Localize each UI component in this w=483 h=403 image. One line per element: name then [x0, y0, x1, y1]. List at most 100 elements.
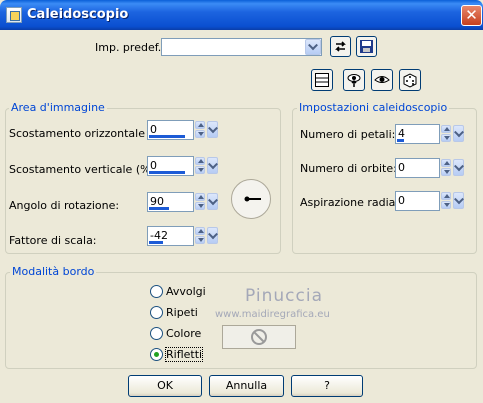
- rotation-dial[interactable]: [231, 179, 271, 219]
- vertical-offset-down[interactable]: [195, 166, 205, 174]
- no-color-icon: [251, 329, 267, 345]
- horizontal-offset-input[interactable]: 0: [147, 120, 194, 140]
- horizontal-offset-up[interactable]: [195, 121, 205, 129]
- random-dice-icon: [403, 73, 417, 88]
- radio-wrap[interactable]: [150, 285, 163, 298]
- petals-dropdown[interactable]: [453, 125, 464, 142]
- petals-down[interactable]: [441, 134, 451, 142]
- image-area-title: Area d'immagine: [9, 101, 107, 114]
- rotation-angle-input[interactable]: 90: [147, 192, 194, 212]
- scale-factor-label: Fattore di scala:: [9, 234, 97, 247]
- chevron-down-icon: [207, 158, 218, 169]
- vertical-offset-input[interactable]: 0: [147, 156, 194, 176]
- horizontal-offset-dropdown[interactable]: [207, 121, 218, 138]
- orbits-up[interactable]: [441, 159, 451, 167]
- scale-factor-down[interactable]: [195, 236, 205, 244]
- radio-color[interactable]: [150, 327, 163, 340]
- arrow-down-icon: [444, 203, 450, 207]
- radial-suction-down[interactable]: [441, 201, 451, 209]
- chevron-down-icon: [207, 228, 218, 239]
- layout-button[interactable]: [311, 69, 333, 91]
- arrow-down-icon: [444, 136, 450, 140]
- edge-mode-group: [5, 272, 477, 369]
- vertical-offset-label: Scostamento verticale (%):: [9, 163, 159, 176]
- arrow-down-icon: [198, 132, 204, 136]
- rotation-angle-label: Angolo di rotazione:: [9, 199, 120, 212]
- chevron-down-icon: [308, 40, 318, 51]
- radial-suction-label: Aspirazione radiale:: [300, 196, 409, 209]
- horizontal-offset-down[interactable]: [195, 130, 205, 138]
- arrow-down-icon: [444, 170, 450, 174]
- watermark-url: www.maidiregrafica.eu: [215, 309, 330, 320]
- radio-color-label[interactable]: Colore: [166, 327, 201, 340]
- app-icon: [6, 7, 22, 23]
- vertical-offset-bar: [149, 171, 185, 174]
- radio-wrap-label[interactable]: Avvolgi: [166, 285, 206, 298]
- restore-defaults-button[interactable]: [330, 36, 351, 57]
- rotation-dial-arrow-icon: [244, 196, 261, 202]
- radio-repeat-label[interactable]: Ripeti: [166, 306, 198, 319]
- arrow-down-icon: [198, 168, 204, 172]
- petals-input[interactable]: 4: [395, 124, 440, 144]
- watermark-name: Pinuccia: [245, 286, 323, 306]
- chevron-down-icon: [453, 160, 464, 171]
- radio-reflect[interactable]: [150, 348, 163, 361]
- scale-factor-up[interactable]: [195, 227, 205, 235]
- randomize-button[interactable]: [399, 69, 421, 91]
- rotation-angle-bar: [149, 207, 169, 210]
- arrow-up-icon: [198, 229, 204, 233]
- eye-preview-icon: [374, 76, 390, 83]
- orbits-down[interactable]: [441, 168, 451, 176]
- proof-hand-icon: [347, 74, 361, 87]
- orbits-input[interactable]: 0: [395, 158, 440, 178]
- radio-repeat[interactable]: [150, 306, 163, 319]
- rotation-angle-up[interactable]: [195, 193, 205, 201]
- petals-up[interactable]: [441, 125, 451, 133]
- arrow-up-icon: [444, 161, 450, 165]
- chevron-down-icon: [207, 122, 218, 133]
- chevron-down-icon: [453, 193, 464, 204]
- proof-button[interactable]: [343, 69, 365, 91]
- radial-suction-input[interactable]: 0: [395, 191, 440, 211]
- cancel-button[interactable]: Annulla: [209, 375, 284, 397]
- edge-color-swatch[interactable]: [222, 325, 296, 349]
- vertical-offset-up[interactable]: [195, 157, 205, 165]
- arrow-down-icon: [198, 238, 204, 242]
- orbits-dropdown[interactable]: [453, 159, 464, 176]
- preview-button[interactable]: [371, 69, 393, 91]
- preset-dropdown-arrow[interactable]: [305, 39, 321, 55]
- arrow-up-icon: [444, 194, 450, 198]
- radial-suction-value: 0: [398, 194, 405, 207]
- close-button[interactable]: ✕: [461, 5, 482, 26]
- arrow-down-icon: [198, 204, 204, 208]
- scale-factor-input[interactable]: -42: [147, 226, 194, 246]
- vertical-offset-dropdown[interactable]: [207, 157, 218, 174]
- restore-defaults-icon: [335, 41, 346, 52]
- arrow-up-icon: [198, 159, 204, 163]
- petals-label: Numero di petali:: [300, 128, 396, 141]
- chevron-down-icon: [453, 126, 464, 137]
- dialog-layout-icon: [315, 73, 329, 87]
- arrow-up-icon: [198, 195, 204, 199]
- preset-dropdown[interactable]: [161, 38, 322, 56]
- rotation-angle-down[interactable]: [195, 202, 205, 210]
- orbits-label: Numero di orbite:: [300, 162, 397, 175]
- window-title: Caleidoscopio: [27, 7, 129, 22]
- ok-button[interactable]: OK: [128, 375, 202, 397]
- scale-factor-bar: [149, 241, 163, 244]
- scale-factor-dropdown[interactable]: [207, 227, 218, 244]
- radial-suction-up[interactable]: [441, 192, 451, 200]
- horizontal-offset-bar: [149, 135, 185, 138]
- save-preset-button[interactable]: [356, 36, 377, 57]
- arrow-up-icon: [444, 127, 450, 131]
- save-floppy-icon: [360, 40, 373, 53]
- radio-reflect-label[interactable]: Rifletti: [164, 347, 204, 362]
- orbits-value: 0: [398, 161, 405, 174]
- petals-bar: [397, 139, 404, 142]
- help-button[interactable]: ?: [291, 375, 363, 397]
- preset-label: Imp. predef.:: [95, 41, 165, 54]
- arrow-up-icon: [198, 123, 204, 127]
- rotation-angle-dropdown[interactable]: [207, 193, 218, 210]
- title-bar[interactable]: Caleidoscopio ✕: [0, 0, 483, 30]
- radial-suction-dropdown[interactable]: [453, 192, 464, 209]
